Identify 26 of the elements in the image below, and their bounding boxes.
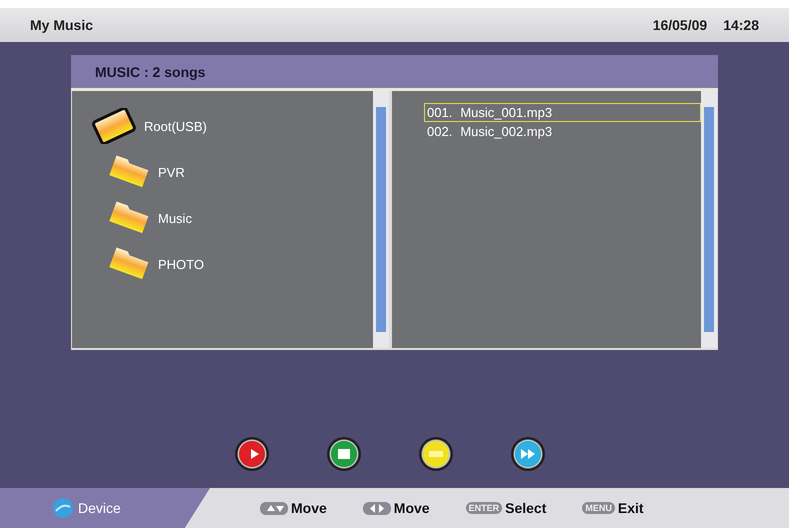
globe-icon [52,497,74,519]
play-button[interactable] [234,436,270,472]
hint-label: Move [394,500,430,516]
scroll-bar[interactable] [701,91,717,348]
folder-label[interactable]: PHOTO [158,256,204,272]
date-text: 16/05/09 [652,17,708,33]
file-item[interactable]: 001. Music_001.mp3 [424,103,701,122]
panel-header: MUSIC : 2 songs [71,55,718,91]
key-cap: ENTER [466,502,502,514]
file-item[interactable]: 002. Music_002.mp3 [424,122,701,141]
time-text: 14:28 [723,17,759,33]
forward-button[interactable] [510,436,546,472]
pause-button[interactable] [418,436,454,472]
folder-label[interactable]: PVR [158,164,185,180]
hint-label: Exit [618,500,644,516]
left-right-keys-icon [362,502,391,514]
hint-label: Move [291,500,327,516]
folder-label[interactable]: Music [158,210,192,226]
hint-label: Select [505,500,546,516]
stop-button[interactable] [326,436,362,472]
scroll-bar[interactable] [373,91,389,348]
key-cap: MENU [582,502,615,514]
screen-title: My Music [30,17,94,33]
device-tab[interactable]: Device [0,488,210,528]
up-down-keys-icon [260,502,288,514]
folder-label[interactable]: Root(USB) [144,118,207,134]
